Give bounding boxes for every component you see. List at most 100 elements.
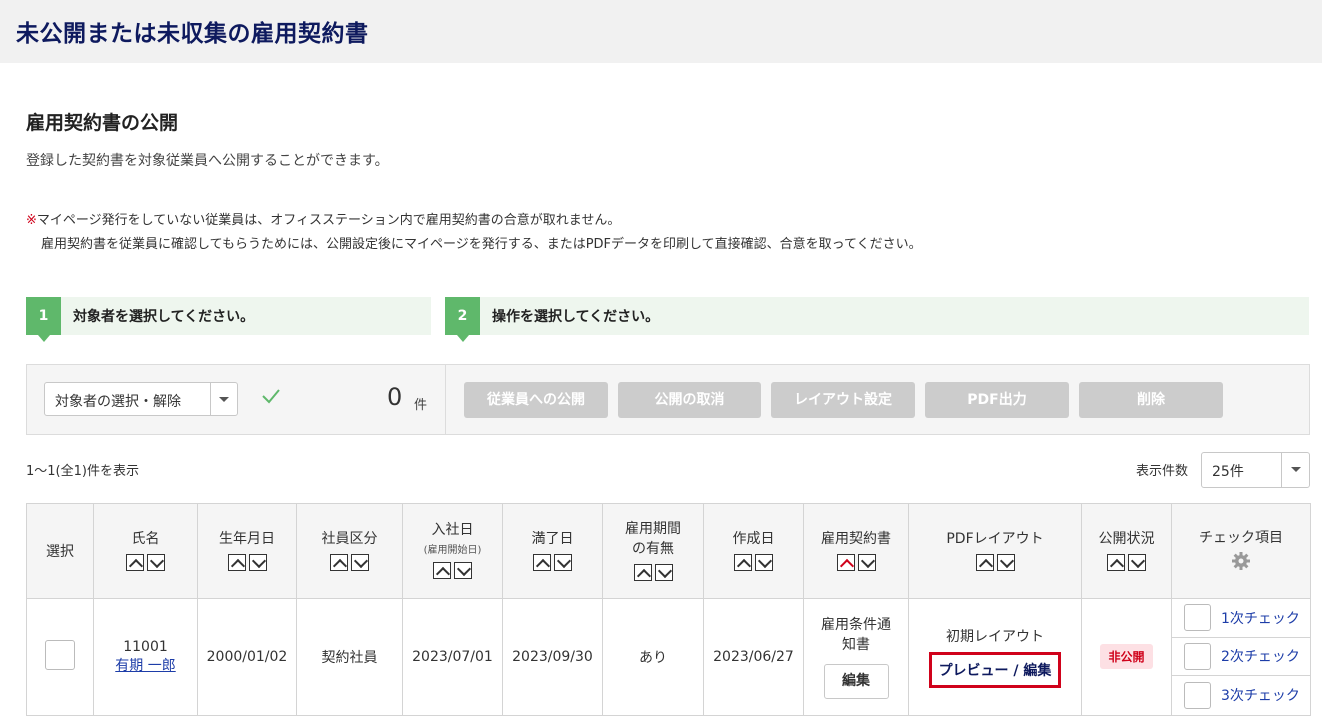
step-label: 操作を選択してください。 xyxy=(492,309,660,325)
period-cell: あり xyxy=(602,598,704,716)
table-header-row: 選択 氏名 生年月日 社員区分 入社日 (雇用開始日) 満了日 雇用期間 の有無… xyxy=(26,503,1311,599)
notice-mark: ※ xyxy=(26,213,37,228)
sort-desc-icon[interactable] xyxy=(248,553,267,571)
sort-desc-icon[interactable] xyxy=(147,553,165,571)
operation-bar: 対象者の選択・解除 0 件 従業員への公開 公開の取消 レイアウト設定 PDF出… xyxy=(26,364,1310,435)
publish-button[interactable]: 従業員への公開 xyxy=(464,382,608,418)
sort-desc-icon[interactable] xyxy=(857,553,876,571)
col-created: 作成日 xyxy=(703,503,804,599)
divider xyxy=(445,365,446,434)
sort-asc-icon[interactable] xyxy=(533,553,551,571)
sort-asc-icon[interactable] xyxy=(227,553,246,571)
check-checkbox[interactable] xyxy=(1184,642,1211,670)
end-cell: 2023/09/30 xyxy=(502,598,603,716)
check-link[interactable]: 1次チェック xyxy=(1221,608,1300,628)
sort-desc-icon[interactable] xyxy=(454,562,472,579)
sort-controls xyxy=(227,553,267,571)
row-select-cell xyxy=(26,598,94,716)
section-description: 登録した契約書を対象従業員へ公開することができます。 xyxy=(26,153,389,169)
sort-asc-icon[interactable] xyxy=(330,553,348,571)
check-item: 3次チェック xyxy=(1172,676,1310,715)
checkmark-icon xyxy=(262,389,280,404)
sort-asc-icon[interactable] xyxy=(734,553,752,571)
target-select-label: 対象者の選択・解除 xyxy=(55,394,181,410)
target-select-dropdown[interactable]: 対象者の選択・解除 xyxy=(44,382,238,416)
result-range: 1〜1(全1)件を表示 xyxy=(26,464,139,479)
sort-asc-icon[interactable] xyxy=(1107,553,1125,571)
joined-cell: 2023/07/01 xyxy=(402,598,503,716)
selected-count-unit: 件 xyxy=(414,398,428,413)
step-1-header: 1 対象者を選択してください。 xyxy=(26,297,431,342)
chevron-down-icon[interactable] xyxy=(1281,453,1309,487)
unpublish-button[interactable]: 公開の取消 xyxy=(618,382,761,418)
sort-desc-icon[interactable] xyxy=(351,553,369,571)
col-name: 氏名 xyxy=(93,503,198,599)
sort-desc-icon[interactable] xyxy=(1128,553,1146,571)
sort-asc-icon[interactable] xyxy=(433,562,451,579)
col-status: 公開状況 xyxy=(1081,503,1172,599)
edit-button[interactable]: 編集 xyxy=(823,664,889,700)
contract-cell: 雇用条件通 知書 編集 xyxy=(803,598,909,716)
pdf-export-button[interactable]: PDF出力 xyxy=(925,382,1069,418)
check-checkbox[interactable] xyxy=(1184,681,1211,709)
sort-controls xyxy=(633,563,673,581)
notice-line-2: 雇用契約書を従業員に確認してもらうためには、公開設定後にマイページを発行する、ま… xyxy=(41,237,922,252)
sort-controls xyxy=(1107,553,1146,571)
sort-desc-icon[interactable] xyxy=(755,553,773,571)
gear-icon[interactable] xyxy=(1231,551,1251,571)
check-item: 2次チェック xyxy=(1172,638,1310,677)
sort-controls xyxy=(734,553,773,571)
contracts-table: 選択 氏名 生年月日 社員区分 入社日 (雇用開始日) 満了日 雇用期間 の有無… xyxy=(26,503,1311,716)
sort-controls xyxy=(126,553,165,571)
layout-name: 初期レイアウト xyxy=(946,628,1044,645)
chevron-down-icon[interactable] xyxy=(210,383,237,415)
created-cell: 2023/06/27 xyxy=(703,598,804,716)
page-header: 未公開または未収集の雇用契約書 xyxy=(0,0,1322,63)
sort-controls xyxy=(836,553,876,571)
sort-asc-icon[interactable] xyxy=(836,553,855,571)
category-cell: 契約社員 xyxy=(296,598,403,716)
check-item: 1次チェック xyxy=(1172,599,1310,638)
col-birth: 生年月日 xyxy=(197,503,297,599)
employee-id: 11001 xyxy=(123,638,168,655)
sort-asc-icon[interactable] xyxy=(633,563,652,581)
birth-cell: 2000/01/02 xyxy=(197,598,297,716)
table-row: 11001 有期 一郎 2000/01/02 契約社員 2023/07/01 2… xyxy=(26,598,1311,716)
step-2-header: 2 操作を選択してください。 xyxy=(445,297,1309,342)
step-label: 対象者を選択してください。 xyxy=(73,309,255,325)
sort-controls xyxy=(433,562,472,579)
col-category: 社員区分 xyxy=(296,503,403,599)
sort-asc-icon[interactable] xyxy=(126,553,144,571)
check-link[interactable]: 2次チェック xyxy=(1221,646,1300,666)
notice-line-1: ※マイページ発行をしていない従業員は、オフィスステーション内で雇用契約書の合意が… xyxy=(26,213,621,228)
preview-edit-button[interactable]: プレビュー / 編集 xyxy=(928,651,1062,688)
sort-controls xyxy=(975,553,1015,571)
layout-settings-button[interactable]: レイアウト設定 xyxy=(771,382,915,418)
section-title: 雇用契約書の公開 xyxy=(26,112,179,134)
pdf-layout-cell: 初期レイアウト プレビュー / 編集 xyxy=(908,598,1082,716)
sort-asc-icon[interactable] xyxy=(975,553,994,571)
employee-name-link[interactable]: 有期 一郎 xyxy=(94,655,197,675)
selected-count: 0 xyxy=(387,383,403,411)
check-checkbox[interactable] xyxy=(1184,604,1211,632)
col-pdf-layout: PDFレイアウト xyxy=(908,503,1082,599)
page-title: 未公開または未収集の雇用契約書 xyxy=(16,21,369,47)
step-number: 1 xyxy=(26,297,61,342)
name-cell: 11001 有期 一郎 xyxy=(93,598,198,716)
perpage-label: 表示件数 xyxy=(1136,464,1189,479)
perpage-select[interactable]: 25件 xyxy=(1201,452,1310,488)
col-joined: 入社日 (雇用開始日) xyxy=(402,503,503,599)
step-number: 2 xyxy=(445,297,480,342)
sort-desc-icon[interactable] xyxy=(654,563,673,581)
perpage-value: 25件 xyxy=(1212,464,1244,480)
col-end: 満了日 xyxy=(502,503,603,599)
check-link[interactable]: 3次チェック xyxy=(1221,685,1300,705)
row-checkbox[interactable] xyxy=(45,639,75,670)
sort-desc-icon[interactable] xyxy=(996,553,1015,571)
sort-desc-icon[interactable] xyxy=(554,553,572,571)
status-badge: 非公開 xyxy=(1100,644,1153,670)
status-cell: 非公開 xyxy=(1081,598,1172,716)
col-contract: 雇用契約書 xyxy=(803,503,909,599)
delete-button[interactable]: 削除 xyxy=(1079,382,1223,418)
checks-cell: 1次チェック 2次チェック 3次チェック xyxy=(1171,598,1311,716)
